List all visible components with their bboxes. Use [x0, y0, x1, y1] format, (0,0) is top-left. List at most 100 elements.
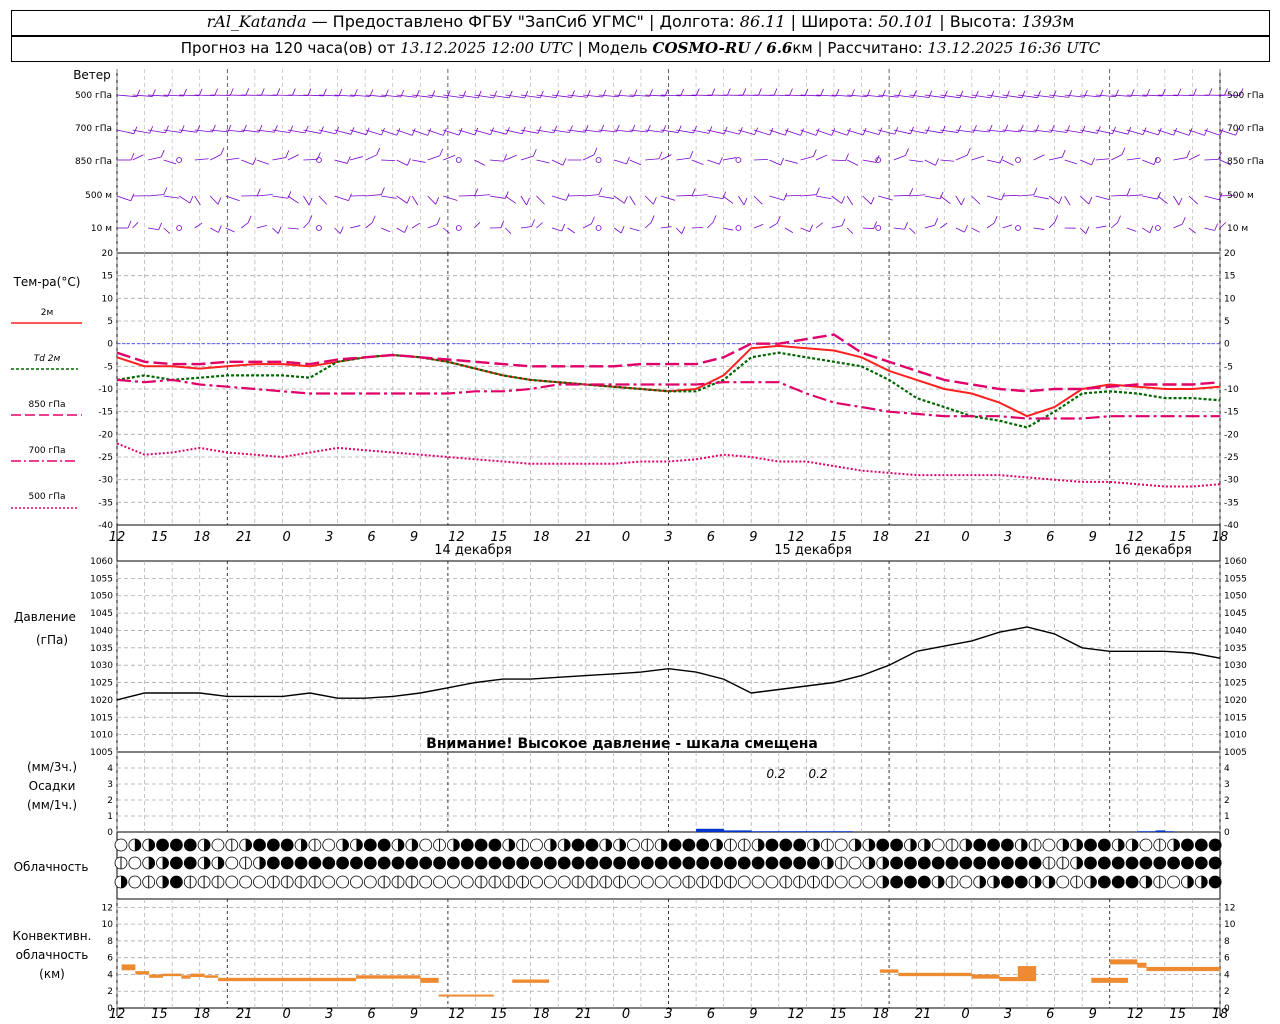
wind-barb-flag-icon: [1214, 223, 1219, 231]
wind-barb-flag-icon: [742, 88, 747, 96]
cloud-cover-half-icon: [716, 839, 723, 851]
wind-barb-icon: [831, 195, 842, 204]
wind-barb-icon: [287, 154, 299, 161]
conv-cloud-bar: [162, 973, 182, 977]
hour-tick-label: 0: [961, 1007, 969, 1022]
wind-barb-icon: [1157, 129, 1174, 136]
wind-barb-flag-icon: [847, 128, 851, 136]
wind-barb-flag-icon: [691, 188, 696, 196]
cloud-cover-icon: [1139, 838, 1153, 852]
wind-barb-icon: [644, 222, 652, 229]
wind-barb-icon: [1033, 154, 1045, 161]
cloud-cover-fill-icon: [488, 839, 501, 851]
prec-ytick-left: 4: [107, 764, 113, 774]
wind-barb-flag-icon: [526, 197, 530, 206]
wind-barb-flag-icon: [396, 128, 401, 136]
cloud-cover-fill-icon: [1139, 857, 1152, 869]
wind-barb-flag-icon: [289, 125, 294, 133]
wind-barb-flag-icon: [913, 90, 917, 98]
wind-barb-flag-icon: [1058, 196, 1063, 204]
wind-barb-icon: [1142, 129, 1159, 136]
wind-barb-flag-icon: [591, 216, 595, 224]
wind-barb-flag-icon: [245, 88, 250, 96]
pres-ytick-left: 1030: [90, 661, 113, 671]
wind-barb-icon: [551, 195, 567, 201]
wind-barb-icon: [287, 227, 299, 230]
wind-barb-icon: [241, 222, 249, 229]
wind-barb-icon: [862, 227, 874, 229]
hour-tick-label: 18: [533, 530, 550, 545]
hour-tick-label: 3: [1004, 530, 1012, 545]
wind-barb-icon: [691, 194, 708, 197]
cloud-cover-fill-icon: [267, 857, 280, 869]
wind-barb-flag-icon: [252, 157, 257, 165]
wind-barb-flag-icon: [600, 124, 605, 133]
wind-barb-flag-icon: [160, 149, 165, 158]
wind-barb-flag-icon: [988, 124, 993, 133]
hour-tick-label: 3: [664, 1007, 672, 1022]
wind-barb-icon: [893, 129, 911, 135]
wind-barb-flag-icon: [436, 217, 441, 225]
cloud-cover-fill-icon: [1209, 839, 1222, 851]
wind-barb-icon: [1079, 195, 1090, 205]
precip-bar: [714, 828, 724, 832]
wind-barb-flag-icon: [693, 125, 697, 134]
wind-barb-icon: [163, 159, 177, 165]
cloud-cover-icon: [239, 875, 253, 889]
wind-barb-icon: [784, 159, 798, 164]
wind-barb-icon: [1157, 195, 1168, 204]
wind-barb-icon: [924, 195, 941, 200]
wind-barb-icon: [520, 195, 527, 206]
wind-barb-icon: [582, 223, 592, 229]
wind-barb-icon: [505, 195, 517, 204]
wind-barb-icon: [349, 225, 361, 229]
wind-barb-icon: [800, 227, 810, 233]
wind-barb-icon: [1142, 159, 1155, 165]
cloud-cover-half-icon: [398, 839, 404, 851]
conv-ytick-right: 2: [1224, 987, 1230, 997]
conv-cloud-bar: [999, 976, 1018, 982]
wind-barb-icon: [334, 159, 348, 164]
wind-barb-flag-icon: [708, 126, 713, 134]
cloud-cover-fill-icon: [516, 857, 529, 869]
cloud-cover-fill-icon: [170, 876, 183, 888]
wind-barb-flag-icon: [348, 193, 352, 201]
wind-barb-icon: [1173, 157, 1187, 161]
cloud-cover-fill-icon: [502, 857, 515, 869]
wind-barb-icon: [676, 195, 693, 197]
wind-barb-flag-icon: [689, 150, 694, 159]
pres-ytick-right: 1045: [1224, 609, 1247, 619]
wind-barb-icon: [1204, 227, 1215, 231]
cloud-cover-fill-icon: [170, 857, 183, 869]
cloud-cover-fill-icon: [890, 839, 903, 851]
wind-barb-icon: [225, 195, 240, 202]
wind-barb-icon: [1002, 224, 1013, 229]
prec-ytick-right: 3: [1224, 780, 1230, 790]
cloud-cover-fill-icon: [987, 857, 1000, 869]
prec-ytick-left: 2: [107, 796, 113, 806]
legend-td2m-label: Td 2м: [34, 354, 61, 364]
temp-ytick-right: -5: [1224, 362, 1233, 372]
wind-barb-flag-icon: [973, 125, 977, 133]
cloud-cover-icon: [627, 875, 640, 889]
wind-barb-icon: [427, 195, 436, 205]
wind-panel: [116, 88, 1244, 234]
wind-barb-icon: [411, 222, 420, 229]
wind-barb-icon: [474, 159, 486, 166]
pressure-unit: (гПа): [36, 633, 68, 647]
wind-barb-icon: [505, 129, 523, 135]
cloud-cover-half-icon: [827, 857, 834, 869]
wind-barb-icon: [396, 227, 405, 233]
cloud-cover-fill-icon: [156, 839, 169, 851]
wind-barb-icon: [614, 159, 627, 165]
wind-barb-flag-icon: [658, 151, 663, 159]
wind-barb-icon: [116, 129, 134, 135]
wind-level-700hpa: 700 гПа: [75, 124, 112, 134]
precip-bar: [806, 831, 816, 832]
wind-barb-flag-icon: [719, 157, 723, 165]
cloud-cover-fill-icon: [184, 857, 197, 869]
wind-barb-flag-icon: [571, 90, 575, 98]
wind-level-850hpa: 850 гПа: [75, 157, 112, 167]
temp-ytick-right: -35: [1224, 498, 1239, 508]
temp-ytick-left: 10: [102, 294, 114, 304]
